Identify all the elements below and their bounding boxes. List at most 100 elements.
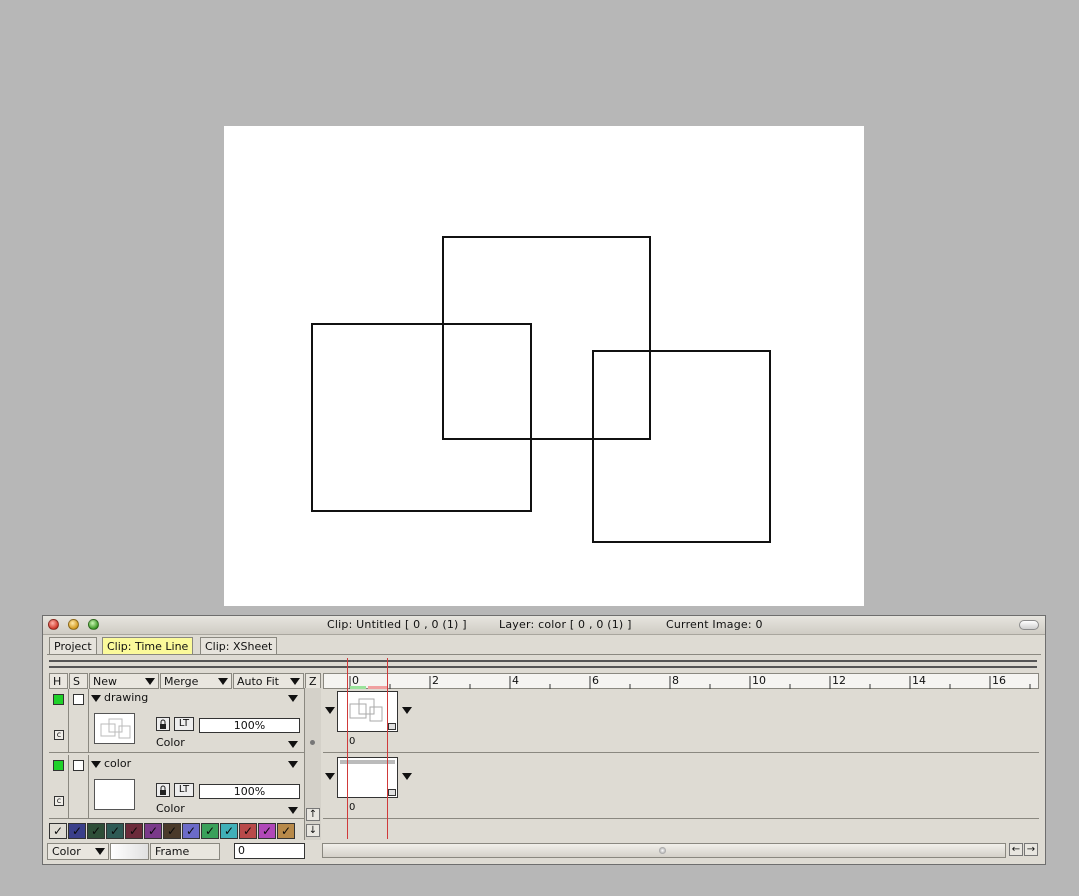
- hide-toggle[interactable]: [53, 694, 64, 705]
- merge-menu[interactable]: Merge: [160, 673, 232, 689]
- color-swatch[interactable]: ✓: [125, 823, 143, 839]
- track-row-color[interactable]: 0: [323, 755, 1039, 819]
- chevron-down-icon[interactable]: [288, 741, 298, 748]
- horizontal-scrollbar[interactable]: [322, 843, 1006, 858]
- layer-row-drawing[interactable]: c drawing LT 100% Color: [49, 689, 304, 753]
- tab-project[interactable]: Project: [49, 637, 97, 654]
- chevron-down-icon[interactable]: [402, 773, 412, 780]
- chevron-down-icon: [95, 848, 105, 855]
- chevron-down-icon: [290, 678, 300, 685]
- color-mode-menu[interactable]: Color: [47, 843, 109, 860]
- tabs-divider: [47, 654, 1041, 655]
- color-swatch[interactable]: ✓: [87, 823, 105, 839]
- color-mode-label: Color: [52, 845, 81, 858]
- tab-clip-xsheet[interactable]: Clip: XSheet: [200, 637, 278, 654]
- color-swatch[interactable]: ✓: [239, 823, 257, 839]
- lock-icon[interactable]: [156, 717, 170, 731]
- chevron-down-icon[interactable]: [288, 761, 298, 768]
- title-layer: Layer: color [ 0 , 0 (1) ]: [499, 618, 632, 631]
- color-swatch[interactable]: ✓: [277, 823, 295, 839]
- ruler-label: 0: [352, 674, 359, 687]
- scroll-up-icon[interactable]: ↑: [306, 808, 320, 821]
- solo-toggle[interactable]: [73, 694, 84, 705]
- layer-name-drawing[interactable]: drawing: [91, 691, 148, 704]
- chevron-down-icon[interactable]: [288, 695, 298, 702]
- header-solo: S: [69, 673, 88, 689]
- title-current-image: Current Image: 0: [666, 618, 763, 631]
- frame-label: Frame: [150, 843, 220, 860]
- light-table-button[interactable]: LT: [174, 717, 194, 731]
- light-table-button[interactable]: LT: [174, 783, 194, 797]
- ruler-label: 6: [592, 674, 599, 687]
- frame-ruler[interactable]: 0 2 4 6 8 10 12 14 16: [323, 673, 1039, 689]
- tab-clip-time-line[interactable]: Clip: Time Line: [102, 637, 194, 654]
- scroll-knob[interactable]: [659, 847, 666, 854]
- chevron-down-icon[interactable]: [402, 707, 412, 714]
- color-swatch[interactable]: ✓: [182, 823, 200, 839]
- drawing-canvas[interactable]: [224, 126, 864, 606]
- square-left: [311, 323, 532, 512]
- scroll-right-icon[interactable]: →: [1024, 843, 1038, 856]
- color-swatch[interactable]: ✓: [201, 823, 219, 839]
- timeline-header-bar: [49, 660, 1037, 668]
- merge-label: Merge: [164, 675, 199, 688]
- ruler-label: 14: [912, 674, 926, 687]
- ruler-label: 12: [832, 674, 846, 687]
- scroll-left-icon[interactable]: ←: [1009, 843, 1023, 856]
- lock-icon[interactable]: [156, 783, 170, 797]
- playhead-start[interactable]: [347, 658, 348, 839]
- header-z[interactable]: Z: [305, 673, 321, 689]
- color-swatch[interactable]: ✓: [163, 823, 181, 839]
- close-window-button[interactable]: [48, 619, 59, 630]
- chevron-down-icon[interactable]: [288, 807, 298, 814]
- layer-name-color[interactable]: color: [91, 757, 131, 770]
- frame-number: 0: [349, 802, 356, 813]
- opacity-field[interactable]: 100%: [199, 718, 300, 733]
- layer-mode-label: Color: [156, 736, 185, 749]
- square-top: [442, 236, 651, 440]
- minimize-window-button[interactable]: [68, 619, 79, 630]
- new-layer-menu[interactable]: New: [89, 673, 159, 689]
- hide-toggle[interactable]: [53, 760, 64, 771]
- header-hide: H: [49, 673, 68, 689]
- playhead-end[interactable]: [387, 658, 388, 839]
- ruler-label: 8: [672, 674, 679, 687]
- current-color-swatch[interactable]: [110, 843, 149, 860]
- canvas-drawing: [311, 236, 771, 543]
- auto-fit-label: Auto Fit: [237, 675, 279, 688]
- scroll-down-icon[interactable]: ↓: [306, 824, 320, 837]
- timeline-window: Clip: Untitled [ 0 , 0 (1) ] Layer: colo…: [42, 615, 1046, 865]
- color-swatch[interactable]: ✓: [144, 823, 162, 839]
- ruler-label: 4: [512, 674, 519, 687]
- color-swatch[interactable]: ✓: [68, 823, 86, 839]
- ruler-label: 2: [432, 674, 439, 687]
- ruler-label: 10: [752, 674, 766, 687]
- auto-fit-menu[interactable]: Auto Fit: [233, 673, 304, 689]
- color-swatch[interactable]: ✓: [106, 823, 124, 839]
- color-swatch[interactable]: ✓: [49, 823, 67, 839]
- layer-row-color[interactable]: c color LT 100% Color: [49, 755, 304, 819]
- track-row-drawing[interactable]: 0: [323, 689, 1039, 753]
- toolbar-toggle-button[interactable]: [1019, 620, 1039, 630]
- scroll-knob[interactable]: [310, 740, 315, 745]
- chevron-down-icon: [218, 678, 228, 685]
- layer-thumbnail: [94, 779, 135, 810]
- frame-input[interactable]: 0: [234, 843, 305, 859]
- disclosure-triangle-icon[interactable]: [91, 760, 101, 768]
- color-swatch[interactable]: ✓: [220, 823, 238, 839]
- title-clip: Clip: Untitled [ 0 , 0 (1) ]: [327, 618, 467, 631]
- chevron-down-icon[interactable]: [325, 773, 335, 780]
- color-swatch[interactable]: ✓: [258, 823, 276, 839]
- c-toggle[interactable]: c: [54, 796, 64, 806]
- chevron-down-icon[interactable]: [325, 707, 335, 714]
- frame-resize-handle[interactable]: [388, 789, 396, 796]
- solo-toggle[interactable]: [73, 760, 84, 771]
- opacity-field[interactable]: 100%: [199, 784, 300, 799]
- layer-thumbnail: [94, 713, 135, 744]
- disclosure-triangle-icon[interactable]: [91, 694, 101, 702]
- vertical-scrollbar[interactable]: ↑ ↓: [304, 688, 321, 840]
- c-toggle[interactable]: c: [54, 730, 64, 740]
- chevron-down-icon: [145, 678, 155, 685]
- frame-resize-handle[interactable]: [388, 723, 396, 730]
- zoom-window-button[interactable]: [88, 619, 99, 630]
